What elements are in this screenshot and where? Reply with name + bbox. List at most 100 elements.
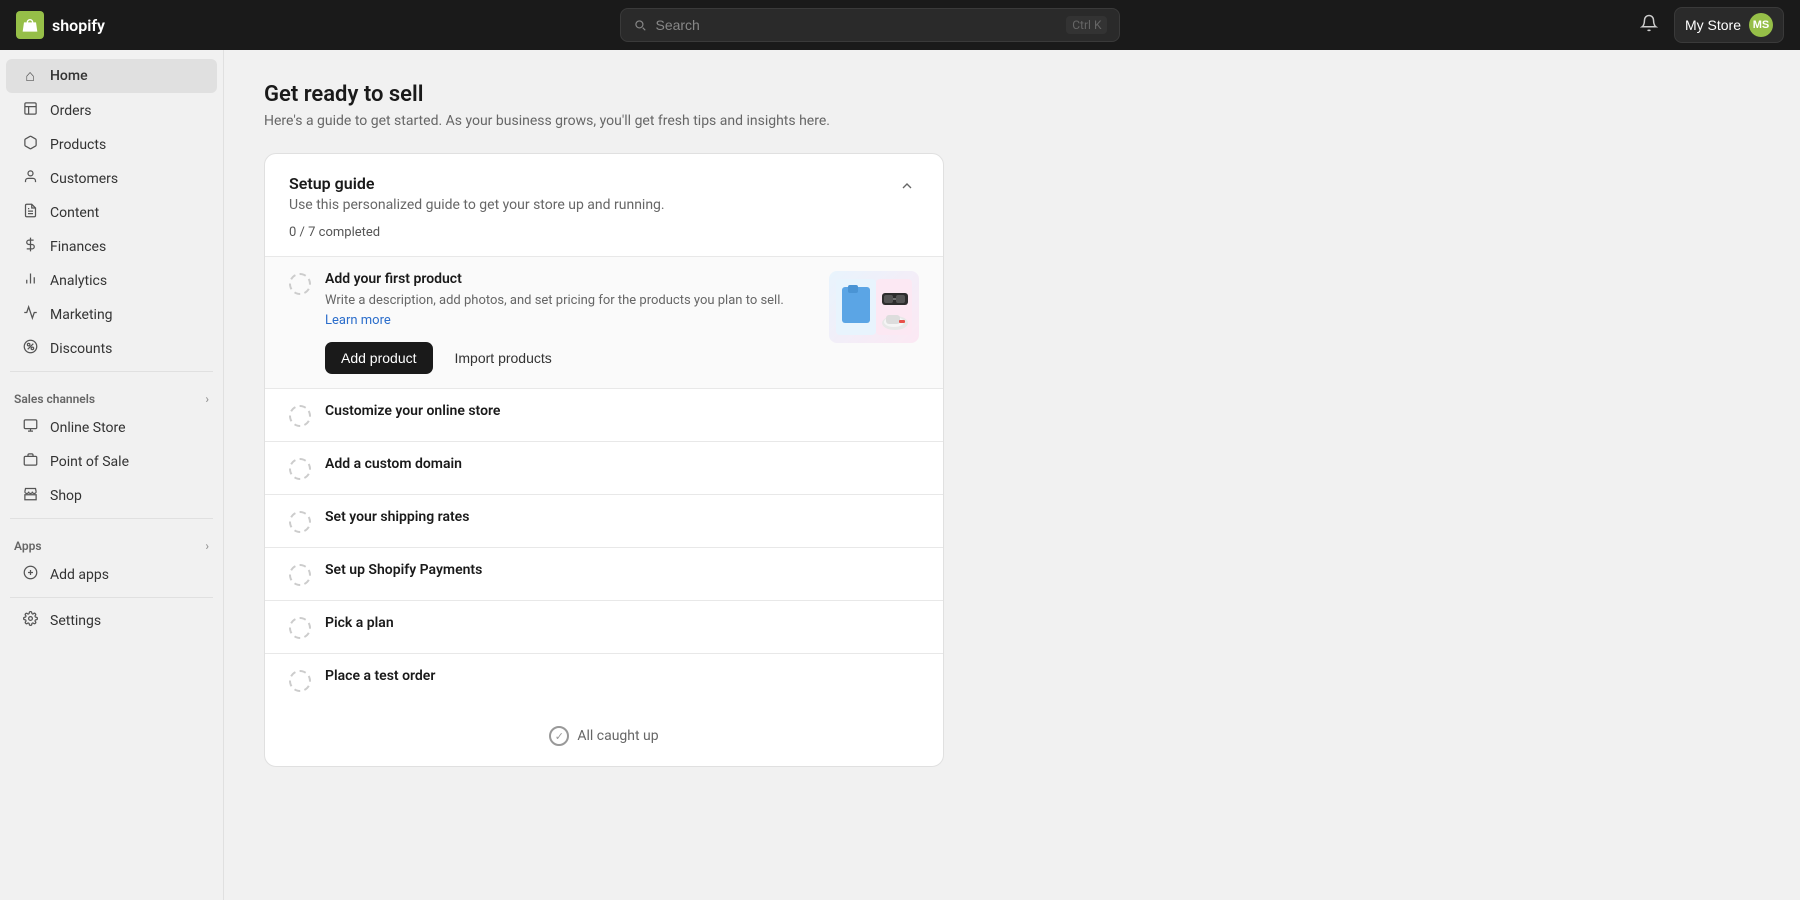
sidebar-item-content[interactable]: Content xyxy=(6,196,217,229)
search-box[interactable]: Ctrl K xyxy=(620,8,1120,42)
setup-item-circle-payments xyxy=(289,564,311,586)
apps-header[interactable]: Apps › xyxy=(0,525,223,557)
setup-item-actions-add-product: Add product Import products xyxy=(325,342,815,374)
setup-item-title-test-order: Place a test order xyxy=(325,668,919,684)
sidebar-divider-1 xyxy=(10,371,213,372)
sales-channels-header[interactable]: Sales channels › xyxy=(0,378,223,410)
topbar: shopify Ctrl K My Store MS xyxy=(0,0,1800,50)
import-products-button[interactable]: Import products xyxy=(443,342,564,374)
setup-item-content-test-order: Place a test order xyxy=(325,668,919,688)
page-title: Get ready to sell xyxy=(264,82,1760,107)
caught-up-text: All caught up xyxy=(577,728,658,744)
analytics-icon xyxy=(20,271,40,290)
setup-item-content-payments: Set up Shopify Payments xyxy=(325,562,919,582)
products-icon xyxy=(20,135,40,154)
setup-item-plan[interactable]: Pick a plan xyxy=(265,600,943,653)
setup-item-payments[interactable]: Set up Shopify Payments xyxy=(265,547,943,600)
setup-item-content-add-product: Add your first product Write a descripti… xyxy=(325,271,815,374)
setup-item-customize[interactable]: Customize your online store xyxy=(265,388,943,441)
sidebar-label-settings: Settings xyxy=(50,613,101,629)
setup-item-shipping[interactable]: Set your shipping rates xyxy=(265,494,943,547)
setup-item-desc-add-product: Write a description, add photos, and set… xyxy=(325,291,815,330)
setup-item-content-customize: Customize your online store xyxy=(325,403,919,423)
apps-chevron-icon: › xyxy=(205,539,209,553)
settings-icon xyxy=(20,611,40,630)
sidebar-label-marketing: Marketing xyxy=(50,307,113,323)
search-input[interactable] xyxy=(655,17,1058,33)
setup-item-add-product[interactable]: Add your first product Write a descripti… xyxy=(265,256,943,388)
add-apps-item[interactable]: Add apps xyxy=(6,558,217,591)
setup-item-title-payments: Set up Shopify Payments xyxy=(325,562,919,578)
shopify-bag-icon xyxy=(16,11,44,39)
app-body: ⌂ Home Orders Products Customers Conte xyxy=(0,50,1800,900)
sales-channels-label: Sales channels xyxy=(14,392,95,406)
sidebar-item-shop[interactable]: Shop xyxy=(6,479,217,512)
sidebar-item-point-of-sale[interactable]: Point of Sale xyxy=(6,445,217,478)
notifications-button[interactable] xyxy=(1636,10,1662,41)
sidebar-item-customers[interactable]: Customers xyxy=(6,162,217,195)
chevron-up-icon xyxy=(899,178,915,194)
setup-item-circle-add-product xyxy=(289,273,311,295)
sidebar-item-products[interactable]: Products xyxy=(6,128,217,161)
sidebar-item-orders[interactable]: Orders xyxy=(6,94,217,127)
setup-card-header-left: Setup guide Use this personalized guide … xyxy=(289,174,665,240)
point-of-sale-icon xyxy=(20,452,40,471)
learn-more-link[interactable]: Learn more xyxy=(325,313,391,328)
sidebar-label-point-of-sale: Point of Sale xyxy=(50,454,129,470)
product-image-svg xyxy=(834,275,914,339)
setup-item-content-plan: Pick a plan xyxy=(325,615,919,635)
sidebar-item-settings[interactable]: Settings xyxy=(6,604,217,637)
setup-item-circle-domain xyxy=(289,458,311,480)
logo-text: shopify xyxy=(52,16,105,35)
bell-icon xyxy=(1640,14,1658,32)
sidebar-label-orders: Orders xyxy=(50,103,92,119)
caught-up-section: ✓ All caught up xyxy=(265,706,943,766)
store-button[interactable]: My Store MS xyxy=(1674,7,1784,43)
collapse-button[interactable] xyxy=(895,174,919,201)
setup-item-title-plan: Pick a plan xyxy=(325,615,919,631)
main-content: Get ready to sell Here's a guide to get … xyxy=(224,50,1800,900)
logo[interactable]: shopify xyxy=(16,11,105,39)
avatar: MS xyxy=(1749,13,1773,37)
content-icon xyxy=(20,203,40,222)
sidebar-divider-3 xyxy=(10,597,213,598)
sidebar-label-online-store: Online Store xyxy=(50,420,126,436)
topbar-right: My Store MS xyxy=(1636,7,1784,43)
setup-item-content-shipping: Set your shipping rates xyxy=(325,509,919,529)
page-subtitle: Here's a guide to get started. As your b… xyxy=(264,113,1760,129)
sidebar-label-home: Home xyxy=(50,68,88,84)
setup-item-title-customize: Customize your online store xyxy=(325,403,919,419)
customers-icon xyxy=(20,169,40,188)
finances-icon xyxy=(20,237,40,256)
sidebar-item-home[interactable]: ⌂ Home xyxy=(6,59,217,93)
progress-text: 0 / 7 completed xyxy=(289,225,380,240)
add-product-button[interactable]: Add product xyxy=(325,342,433,374)
search-icon xyxy=(633,18,647,32)
sidebar-item-marketing[interactable]: Marketing xyxy=(6,298,217,331)
progress-fraction: 0 / 7 xyxy=(289,225,319,240)
setup-item-content-domain: Add a custom domain xyxy=(325,456,919,476)
setup-item-title-shipping: Set your shipping rates xyxy=(325,509,919,525)
search-shortcut: Ctrl K xyxy=(1066,16,1107,34)
sidebar-item-analytics[interactable]: Analytics xyxy=(6,264,217,297)
sidebar-item-discounts[interactable]: Discounts xyxy=(6,332,217,365)
apps-label: Apps xyxy=(14,539,42,553)
shop-icon xyxy=(20,486,40,505)
discounts-icon xyxy=(20,339,40,358)
sidebar-label-products: Products xyxy=(50,137,106,153)
setup-item-circle-plan xyxy=(289,617,311,639)
setup-item-test-order[interactable]: Place a test order xyxy=(265,653,943,706)
setup-item-title-domain: Add a custom domain xyxy=(325,456,919,472)
store-name: My Store xyxy=(1685,17,1741,33)
setup-item-circle-customize xyxy=(289,405,311,427)
sidebar-item-online-store[interactable]: Online Store xyxy=(6,411,217,444)
sidebar-label-analytics: Analytics xyxy=(50,273,107,289)
setup-item-domain[interactable]: Add a custom domain xyxy=(265,441,943,494)
sidebar-label-content: Content xyxy=(50,205,99,221)
sidebar-divider-2 xyxy=(10,518,213,519)
caught-up-icon: ✓ xyxy=(549,726,569,746)
sidebar-item-finances[interactable]: Finances xyxy=(6,230,217,263)
orders-icon xyxy=(20,101,40,120)
sidebar-label-discounts: Discounts xyxy=(50,341,112,357)
progress-suffix: completed xyxy=(319,225,380,240)
